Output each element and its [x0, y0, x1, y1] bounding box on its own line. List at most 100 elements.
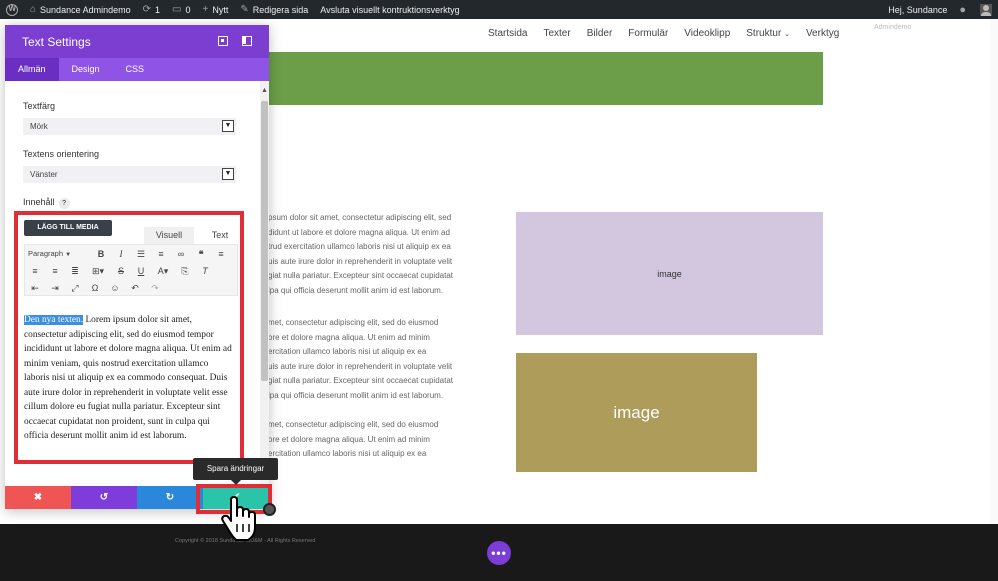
- lorem-line: psum dolor sit amet, consectetur adipisc…: [268, 213, 452, 222]
- account-menu[interactable]: Hej, Sundance: [882, 0, 953, 19]
- editor-content[interactable]: Den nya texten. Lorem ipsum dolor sit am…: [24, 313, 234, 444]
- image-placeholder: image: [516, 212, 823, 335]
- avatar[interactable]: [974, 0, 998, 19]
- discard-button[interactable]: ✖: [5, 486, 71, 509]
- tab-text[interactable]: Text: [198, 227, 240, 244]
- indent-icon[interactable]: ⇥: [45, 280, 65, 296]
- chevron-down-icon: ▼: [222, 168, 234, 180]
- lorem-line: lpa qui officia deserunt mollit anim id …: [268, 285, 444, 295]
- align-left-icon[interactable]: ≡: [211, 246, 231, 262]
- fullscreen-icon[interactable]: ⤢: [65, 280, 85, 296]
- builder-menu-button[interactable]: •••: [487, 541, 511, 565]
- special-char-icon[interactable]: Ω: [85, 280, 105, 296]
- lorem-line: didunt ut labore et dolore magna aliqua.…: [268, 227, 450, 237]
- save-tooltip: Spara ändringar: [193, 458, 278, 485]
- help-icon[interactable]: ?: [58, 198, 70, 209]
- nav-startsida[interactable]: Startsida: [480, 28, 535, 39]
- nav-bilder[interactable]: Bilder: [579, 28, 621, 39]
- nav-formular[interactable]: Formulär: [620, 28, 676, 39]
- editor-highlight-frame: LÄGG TILL MEDIA Visuell Text Paragraph ▼…: [14, 211, 244, 464]
- outdent-icon[interactable]: ⇤: [25, 280, 45, 296]
- underline-icon[interactable]: U: [131, 263, 151, 279]
- clear-format-icon[interactable]: T: [195, 263, 215, 279]
- lorem-line: giat nulla pariatur. Excepteur sint occa…: [268, 376, 453, 385]
- editor-body-text: Lorem ipsum dolor sit amet, consectetur …: [24, 315, 232, 441]
- nav-texter[interactable]: Texter: [535, 28, 578, 39]
- justify-icon[interactable]: ≣: [65, 263, 85, 279]
- orientation-select[interactable]: Vänster ▼: [23, 166, 236, 183]
- comments-count: 0: [185, 4, 191, 15]
- tab-visual[interactable]: Visuell: [144, 227, 194, 244]
- undo-icon[interactable]: ↶: [125, 280, 145, 296]
- expand-icon[interactable]: [218, 36, 228, 46]
- emoji-icon[interactable]: ☺: [105, 280, 125, 296]
- wordpress-logo-button[interactable]: [0, 0, 24, 19]
- green-banner: [268, 52, 823, 105]
- content-label-row: Innehåll?: [23, 197, 70, 209]
- lorem-line: met, consectetur adipiscing elit, sed do…: [268, 420, 439, 429]
- tab-allman[interactable]: Allmän: [5, 58, 59, 81]
- add-media-button[interactable]: LÄGG TILL MEDIA: [24, 220, 112, 236]
- tab-css[interactable]: CSS: [113, 58, 158, 81]
- align-center-icon[interactable]: ≡: [25, 263, 45, 279]
- nav-videoklipp[interactable]: Videoklipp: [676, 28, 738, 39]
- redo-button[interactable]: ↻: [137, 486, 203, 509]
- updates-link[interactable]: ⟳ 1: [137, 0, 166, 19]
- modal-scrollbar[interactable]: ▲: [260, 81, 269, 486]
- toolbar-row-1: Paragraph ▼ B I ☰ ≡ ∞ ❝ ≡: [25, 246, 231, 262]
- content-label: Innehåll: [23, 197, 55, 207]
- lorem-line: trud exercitation ullamco laboris nisi u…: [268, 242, 451, 251]
- lorem-block-3: met, consectetur adipiscing elit, sed do…: [268, 418, 508, 462]
- more-icon: •••: [491, 546, 507, 560]
- image-label: image: [657, 268, 682, 279]
- lorem-line: ercitation ullamco laboris nisi ut aliqu…: [268, 449, 427, 458]
- align-right-icon[interactable]: ≡: [45, 263, 65, 279]
- page-scrollbar[interactable]: [990, 19, 998, 524]
- table-icon[interactable]: ⊞▾: [85, 263, 111, 279]
- undo-button[interactable]: ↺: [71, 486, 137, 509]
- editor-toolbar: Paragraph ▼ B I ☰ ≡ ∞ ❝ ≡ ≡ ≡ ≣ ⊞▾ S U A…: [24, 244, 238, 296]
- lorem-line: ercitation ullamco laboris nisi ut aliqu…: [268, 347, 427, 356]
- paste-text-icon[interactable]: ⎘: [175, 263, 195, 279]
- bold-icon[interactable]: B: [91, 246, 111, 262]
- admin-ghost-text: Admindemo: [874, 24, 912, 31]
- scroll-up-icon[interactable]: ▲: [261, 87, 268, 94]
- lorem-line: uis aute irure dolor in reprehenderit in…: [268, 361, 453, 371]
- user-icon: ●: [959, 3, 966, 16]
- sidebar-toggle-icon[interactable]: [242, 36, 252, 46]
- toolbar-row-3: ⇤ ⇥ ⤢ Ω ☺ ↶ ↷: [25, 280, 165, 296]
- lorem-block-1: psum dolor sit amet, consectetur adipisc…: [268, 211, 508, 298]
- modal-header: Text Settings: [5, 25, 269, 58]
- format-value: Paragraph: [28, 249, 64, 258]
- image-placeholder: image: [516, 353, 757, 472]
- redo-icon[interactable]: ↷: [145, 280, 165, 296]
- chevron-down-icon: ▼: [222, 120, 234, 132]
- orientation-label: Textens orientering: [23, 149, 100, 159]
- blockquote-icon[interactable]: ❝: [191, 246, 211, 262]
- user-icon-button[interactable]: ●: [953, 0, 974, 19]
- numbered-list-icon[interactable]: ≡: [151, 246, 171, 262]
- link-icon[interactable]: ∞: [171, 246, 191, 262]
- scroll-thumb[interactable]: [261, 101, 268, 381]
- exit-builder-link[interactable]: Avsluta visuellt kontruktionsverktyg: [314, 0, 465, 19]
- italic-icon[interactable]: I: [111, 246, 131, 262]
- new-content-link[interactable]: + Nytt: [196, 0, 234, 19]
- chevron-down-icon: ▼: [65, 252, 72, 258]
- strikethrough-icon[interactable]: S: [111, 263, 131, 279]
- nav-struktur[interactable]: Struktur ⌄: [738, 28, 798, 39]
- format-select[interactable]: Paragraph ▼: [25, 246, 91, 262]
- site-name-link[interactable]: ⌂ Sundance Admindemo: [24, 0, 137, 19]
- modal-body: Textfärg Mörk ▼ Textens orientering Väns…: [5, 81, 260, 486]
- greeting: Hej, Sundance: [888, 4, 948, 15]
- text-color-icon[interactable]: A▾: [151, 263, 175, 279]
- toolbar-row-2: ≡ ≡ ≣ ⊞▾ S U A▾ ⎘ T: [25, 263, 215, 279]
- comments-link[interactable]: ▭ 0: [166, 0, 196, 19]
- tab-design[interactable]: Design: [59, 58, 113, 81]
- nav-verktyg[interactable]: Verktyg: [798, 28, 847, 39]
- text-color-select[interactable]: Mörk ▼: [23, 118, 236, 135]
- plus-icon: +: [202, 4, 209, 15]
- lorem-block-2: met, consectetur adipiscing elit, sed do…: [268, 316, 508, 403]
- bullet-list-icon[interactable]: ☰: [131, 246, 151, 262]
- edit-page-link[interactable]: ✎ Redigera sida: [234, 0, 314, 19]
- new-label: Nytt: [212, 4, 229, 15]
